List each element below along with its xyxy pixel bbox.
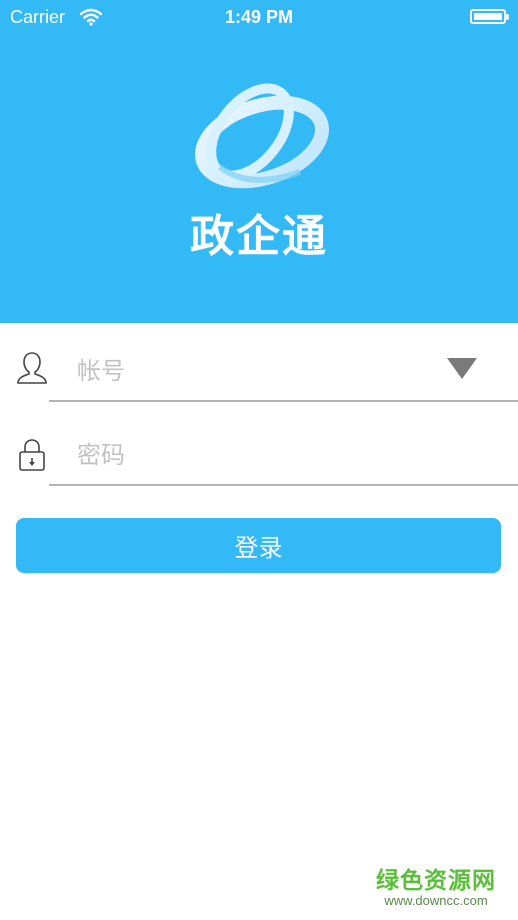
account-input[interactable] [75, 350, 439, 392]
account-underline [49, 400, 518, 402]
password-input[interactable] [75, 434, 439, 476]
battery-icon [470, 9, 509, 24]
orbit-logo-icon [180, 72, 340, 202]
triangle-down-icon[interactable] [446, 356, 478, 385]
account-row [0, 324, 518, 402]
lock-icon [14, 438, 50, 477]
header-banner: Carrier 1:49 PM 政企通 [0, 0, 518, 323]
password-underline [49, 484, 518, 486]
app-name: 政企通 [190, 211, 328, 262]
status-bar: Carrier 1:49 PM [0, 0, 518, 34]
watermark-name: 绿色资源网 [376, 868, 496, 894]
password-row [0, 408, 518, 486]
watermark-url: www.downcc.com [384, 893, 488, 908]
user-icon [14, 350, 50, 391]
watermark: 绿色资源网 www.downcc.com [376, 861, 496, 908]
status-time: 1:49 PM [224, 7, 294, 27]
login-button[interactable]: 登录 [16, 518, 501, 573]
